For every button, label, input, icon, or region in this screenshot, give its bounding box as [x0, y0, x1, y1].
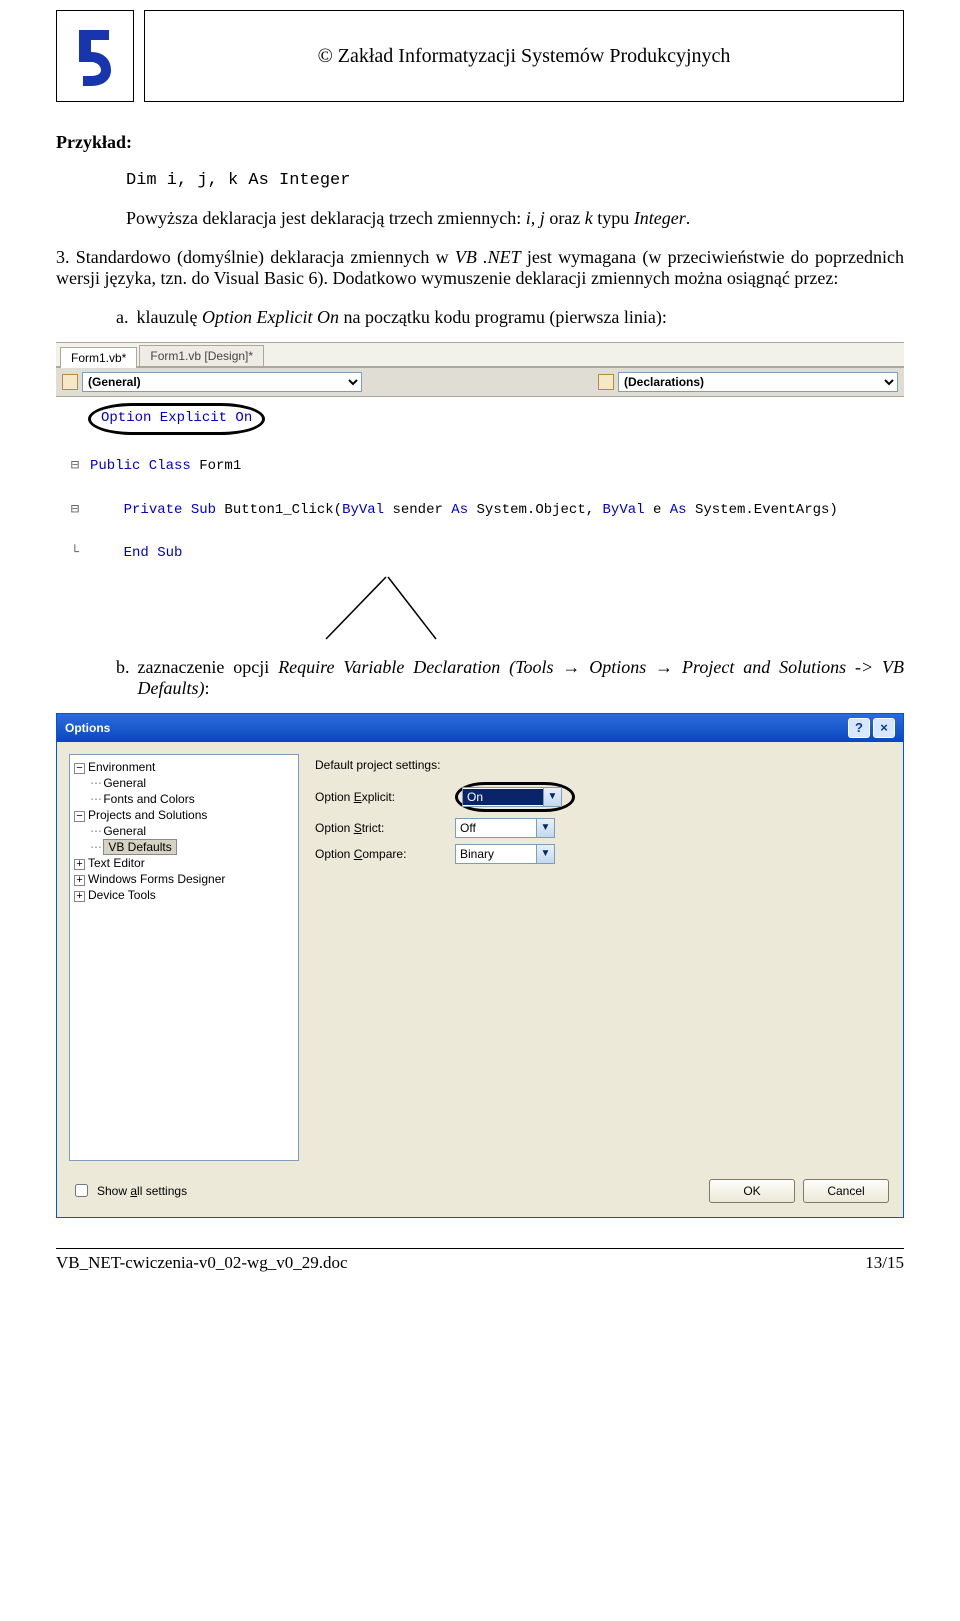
- class-icon: [62, 374, 78, 390]
- ok-button[interactable]: OK: [709, 1179, 795, 1203]
- collapse-icon[interactable]: −: [74, 811, 85, 822]
- chevron-down-icon[interactable]: ▼: [536, 845, 554, 863]
- list-item-a: a. klauzulę Option Explicit On na począt…: [116, 307, 904, 328]
- tab-form1-vb[interactable]: Form1.vb*: [60, 347, 137, 368]
- page-footer: VB_NET-cwiczenia-v0_02-wg_v0_29.doc 13/1…: [56, 1248, 904, 1273]
- para-standard-decl: 3. Standardowo (domyślnie) deklaracja zm…: [56, 247, 904, 289]
- highlighted-option-explicit-dropdown: On▼: [455, 782, 575, 812]
- options-tree[interactable]: −Environment ⋯ General ⋯ Fonts and Color…: [69, 754, 299, 1161]
- vs-code-editor-screenshot: Form1.vb* Form1.vb [Design]* (General) (…: [56, 342, 904, 573]
- dialog-title: Options: [65, 721, 110, 735]
- heading-przyklad: Przykład:: [56, 132, 904, 153]
- method-dropdown[interactable]: (Declarations): [618, 372, 898, 392]
- help-button[interactable]: ?: [848, 718, 870, 738]
- footer-filename: VB_NET-cwiczenia-v0_02-wg_v0_29.doc: [56, 1253, 348, 1273]
- chevron-down-icon[interactable]: ▼: [536, 819, 554, 837]
- tree-selected-vbdefaults: VB Defaults: [103, 839, 176, 855]
- label-option-compare: Option Compare:: [315, 847, 445, 861]
- method-icon: [598, 374, 614, 390]
- section-heading: Default project settings:: [315, 758, 887, 772]
- close-button[interactable]: ×: [873, 718, 895, 738]
- expand-icon[interactable]: +: [74, 891, 85, 902]
- options-dialog: Options ? × −Environment ⋯ General ⋯ Fon…: [56, 713, 904, 1218]
- para-declaration-desc: Powyższa deklaracja jest deklaracją trze…: [126, 208, 904, 229]
- list-item-b: b. zaznaczenie opcji Require Variable De…: [116, 657, 904, 699]
- option-strict-dropdown[interactable]: Off▼: [455, 818, 555, 838]
- callout-arrow: [56, 577, 904, 647]
- option-compare-dropdown[interactable]: Binary▼: [455, 844, 555, 864]
- page-header: © Zakład Informatyzacji Systemów Produkc…: [56, 10, 904, 102]
- highlighted-option-explicit: Option Explicit On: [88, 403, 265, 435]
- chevron-down-icon[interactable]: ▼: [543, 788, 561, 806]
- expand-icon[interactable]: +: [74, 875, 85, 886]
- option-explicit-dropdown[interactable]: On▼: [462, 787, 562, 807]
- org-title: © Zakład Informatyzacji Systemów Produkc…: [144, 10, 904, 102]
- tab-form1-design[interactable]: Form1.vb [Design]*: [139, 345, 264, 366]
- org-logo: [56, 10, 134, 102]
- class-dropdown[interactable]: (General): [82, 372, 362, 392]
- cancel-button[interactable]: Cancel: [803, 1179, 889, 1203]
- collapse-icon[interactable]: −: [74, 763, 85, 774]
- label-option-explicit: Option Explicit:: [315, 790, 445, 804]
- show-all-settings-checkbox[interactable]: Show all settings: [71, 1181, 187, 1200]
- code-dim-line: Dim i, j, k As Integer: [126, 171, 904, 190]
- footer-pagenum: 13/15: [865, 1253, 904, 1273]
- expand-icon[interactable]: +: [74, 859, 85, 870]
- label-option-strict: Option Strict:: [315, 821, 445, 835]
